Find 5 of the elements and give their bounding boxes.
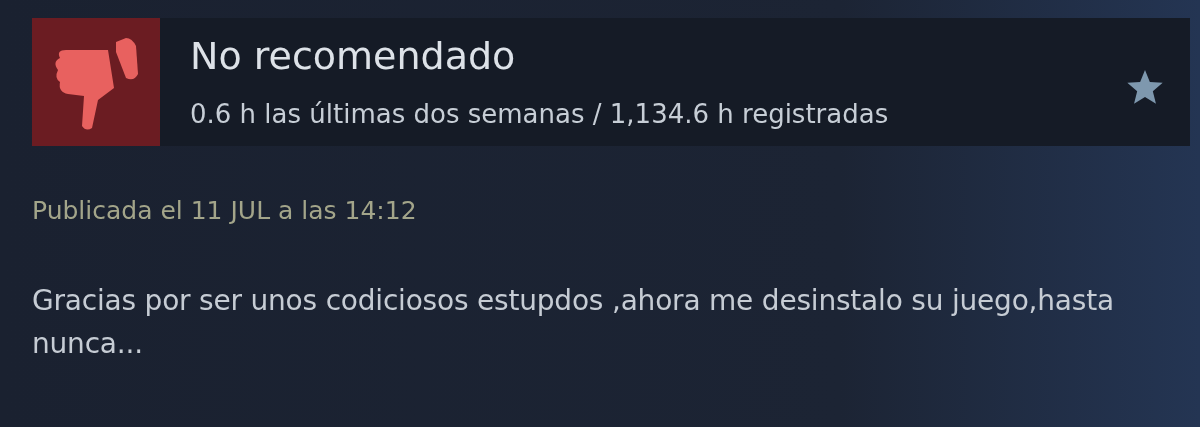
review-verdict: No recomendado (190, 33, 517, 79)
playtime-text: 0.6 h las últimas dos semanas / 1,134.6 h registradas (190, 98, 890, 131)
star-icon[interactable] (1126, 70, 1164, 106)
review-text: Gracias por ser unos codiciosos estupdos ,ahora me desinstalo su juego,hasta nunca... (32, 283, 1115, 362)
posted-date: Publicada el 11 JUL a las 14:12 (32, 196, 418, 225)
